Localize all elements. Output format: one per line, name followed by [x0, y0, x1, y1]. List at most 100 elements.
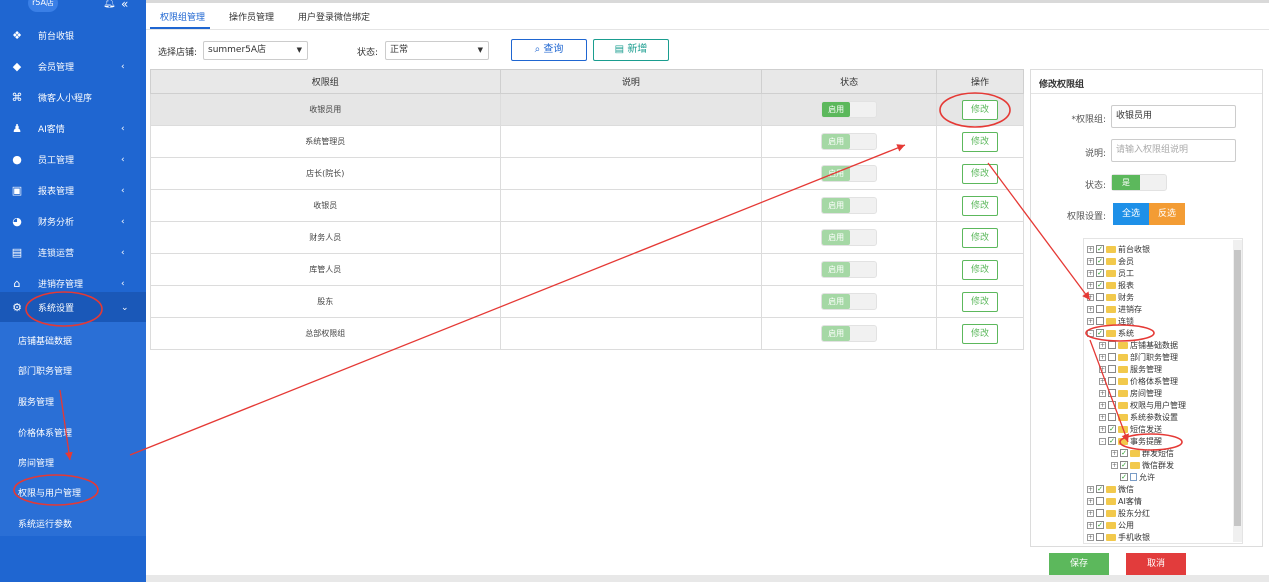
status-toggle[interactable]: 启用	[821, 101, 878, 118]
sidebar-item-ai[interactable]: ♟ AI客情 ‹	[0, 113, 146, 144]
checkbox[interactable]: ✓	[1096, 257, 1104, 265]
expand-toggle-icon[interactable]: +	[1111, 461, 1118, 469]
table-row[interactable]: 库管人员 启用 修改	[150, 253, 1024, 286]
status-toggle[interactable]: 启用	[821, 325, 878, 342]
submenu-item[interactable]: 店铺基础数据	[18, 334, 72, 347]
checkbox[interactable]	[1096, 317, 1104, 325]
tree-node[interactable]: + 手机收银	[1087, 531, 1150, 543]
status-toggle[interactable]: 启用	[821, 229, 878, 246]
checkbox[interactable]	[1096, 305, 1104, 313]
tree-node[interactable]: ✓ 允许	[1111, 471, 1155, 483]
submenu-item[interactable]: 权限与用户管理	[18, 486, 81, 499]
checkbox[interactable]	[1108, 341, 1116, 349]
checkbox[interactable]	[1096, 533, 1104, 541]
status-toggle[interactable]: 启用	[821, 293, 878, 310]
sidebar-item-staff[interactable]: ● 员工管理 ‹	[0, 144, 146, 175]
tree-node[interactable]: - ✓ 系统	[1087, 327, 1134, 339]
collapse-icon[interactable]: «	[121, 0, 128, 11]
sidebar-item-chain[interactable]: ▤ 连锁运营 ‹	[0, 237, 146, 268]
submenu-item[interactable]: 房间管理	[18, 456, 54, 469]
tree-node[interactable]: + 权限与用户管理	[1099, 399, 1186, 411]
tree-node[interactable]: + 店铺基础数据	[1099, 339, 1178, 351]
submenu-item[interactable]: 服务管理	[18, 395, 54, 408]
edit-button[interactable]: 修改	[962, 323, 999, 344]
tree-node[interactable]: + AI客情	[1087, 495, 1142, 507]
expand-toggle-icon[interactable]: +	[1087, 521, 1094, 529]
expand-toggle-icon[interactable]: +	[1087, 317, 1094, 325]
checkbox[interactable]: ✓	[1096, 485, 1104, 493]
checkbox[interactable]: ✓	[1096, 521, 1104, 529]
edit-button[interactable]: 修改	[962, 163, 999, 184]
save-button[interactable]: 保存	[1049, 553, 1109, 575]
expand-toggle-icon[interactable]: +	[1087, 509, 1094, 517]
expand-toggle-icon[interactable]: +	[1087, 293, 1094, 301]
status-toggle[interactable]: 启用	[821, 197, 878, 214]
tree-node[interactable]: + 房间管理	[1099, 387, 1162, 399]
tree-node[interactable]: + 股东分红	[1087, 507, 1150, 519]
checkbox[interactable]	[1096, 497, 1104, 505]
add-button[interactable]: ▤ 新增	[593, 39, 669, 61]
sidebar-item-cashier[interactable]: ❖ 前台收银	[0, 20, 146, 51]
checkbox[interactable]	[1108, 389, 1116, 397]
table-row[interactable]: 收银员 启用 修改	[150, 189, 1024, 222]
expand-toggle-icon[interactable]: +	[1087, 497, 1094, 505]
checkbox[interactable]: ✓	[1096, 269, 1104, 277]
edit-button[interactable]: 修改	[962, 259, 999, 280]
scrollbar-thumb[interactable]	[1234, 250, 1241, 526]
checkbox[interactable]: ✓	[1120, 473, 1128, 481]
submenu-item[interactable]: 部门职务管理	[18, 364, 72, 377]
checkbox[interactable]	[1108, 413, 1116, 421]
checkbox[interactable]	[1108, 377, 1116, 385]
tree-node[interactable]: + ✓ 会员	[1087, 255, 1134, 267]
expand-toggle-icon[interactable]: -	[1087, 329, 1094, 337]
invert-selection-button[interactable]: 反选	[1149, 203, 1185, 225]
sidebar-item-finance[interactable]: ◕ 财务分析 ‹	[0, 206, 146, 237]
expand-toggle-icon[interactable]: +	[1099, 425, 1106, 433]
tree-node[interactable]: + 进销存	[1087, 303, 1142, 315]
status-toggle[interactable]: 启用	[821, 261, 878, 278]
cancel-button[interactable]: 取消	[1126, 553, 1186, 575]
submenu-item[interactable]: 价格体系管理	[18, 426, 72, 439]
expand-toggle-icon[interactable]: +	[1099, 377, 1106, 385]
expand-toggle-icon[interactable]: +	[1087, 305, 1094, 313]
table-row[interactable]: 收银员用 启用 修改	[150, 93, 1024, 126]
expand-toggle-icon[interactable]: +	[1111, 449, 1118, 457]
checkbox[interactable]	[1108, 401, 1116, 409]
sidebar-item-miniprogram[interactable]: ⌘ 微客人小程序	[0, 82, 146, 113]
checkbox[interactable]: ✓	[1120, 449, 1128, 457]
tree-node[interactable]: + ✓ 微信群发	[1111, 459, 1174, 471]
tree-node[interactable]: + 部门职务管理	[1099, 351, 1178, 363]
edit-button[interactable]: 修改	[962, 195, 999, 216]
expand-toggle-icon[interactable]: +	[1099, 341, 1106, 349]
tree-node[interactable]: + 系统参数设置	[1099, 411, 1178, 423]
checkbox[interactable]: ✓	[1108, 437, 1116, 445]
store-select[interactable]: summer5A店 ▼	[203, 41, 308, 60]
tab-wechat-binding[interactable]: 用户登录微信绑定	[298, 10, 370, 23]
status-toggle[interactable]: 启用	[821, 165, 878, 182]
sidebar-item-member[interactable]: ◆ 会员管理 ‹	[0, 51, 146, 82]
edit-button[interactable]: 修改	[962, 291, 999, 312]
status-toggle[interactable]: 启用	[821, 133, 878, 150]
expand-toggle-icon[interactable]: -	[1099, 437, 1106, 445]
expand-toggle-icon[interactable]: +	[1087, 281, 1094, 289]
edit-button[interactable]: 修改	[962, 99, 999, 120]
expand-toggle-icon[interactable]: +	[1087, 245, 1094, 253]
expand-toggle-icon[interactable]: +	[1099, 389, 1106, 397]
bottom-scrollbar[interactable]	[146, 575, 1269, 582]
checkbox[interactable]: ✓	[1096, 329, 1104, 337]
tree-node[interactable]: + 连锁	[1087, 315, 1134, 327]
status-toggle[interactable]: 是	[1111, 174, 1167, 191]
expand-toggle-icon[interactable]: +	[1099, 413, 1106, 421]
checkbox[interactable]	[1108, 365, 1116, 373]
expand-toggle-icon[interactable]: +	[1087, 257, 1094, 265]
tab-operators[interactable]: 操作员管理	[229, 10, 274, 23]
checkbox[interactable]: ✓	[1108, 425, 1116, 433]
tree-node[interactable]: + 服务管理	[1099, 363, 1162, 375]
edit-button[interactable]: 修改	[962, 227, 999, 248]
table-row[interactable]: 系统管理员 启用 修改	[150, 125, 1024, 158]
tree-node[interactable]: - ✓ 事务提醒	[1099, 435, 1162, 447]
tree-node[interactable]: + ✓ 群发短信	[1111, 447, 1174, 459]
tree-node[interactable]: + ✓ 前台收银	[1087, 243, 1150, 255]
status-select[interactable]: 正常 ▼	[385, 41, 489, 60]
tree-node[interactable]: + ✓ 公用	[1087, 519, 1134, 531]
